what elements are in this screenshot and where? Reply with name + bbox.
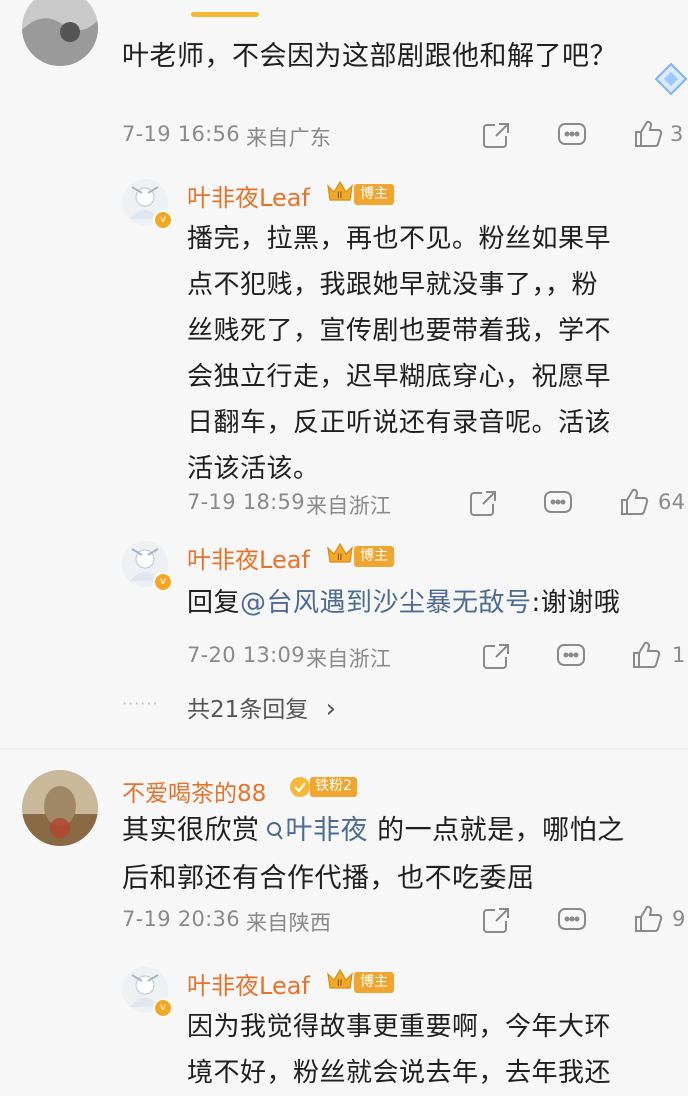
reply-text-line: 播完，拉黑，再也不见。粉丝如果早 (187, 224, 612, 254)
thumbs-up-icon[interactable] (630, 639, 662, 671)
verified-badge-icon: v (153, 572, 173, 592)
username[interactable]: 不爱喝茶的88 (122, 774, 266, 808)
share-icon[interactable] (468, 488, 498, 518)
comment-location: 来自陕西 (246, 911, 332, 935)
reply-text-line: 日翻车，反正听说还有录音呢。活该 (187, 408, 612, 438)
share-icon[interactable] (481, 905, 511, 935)
like-count: 9 (672, 907, 686, 931)
comment-text: 叶老师，不会因为这部剧跟他和解了吧？ (122, 41, 617, 72)
reply-text: 播完，拉黑，再也不见。粉丝如果早 点不犯贱，我跟她早就没事了，，粉 丝贱死了，宣… (187, 216, 677, 492)
username[interactable]: 叶非夜Leaf (187, 178, 310, 213)
comment-location: 来自浙江 (306, 494, 392, 518)
username[interactable]: 叶非夜Leaf (187, 540, 310, 575)
comment-location: 来自浙江 (306, 647, 392, 671)
comment-date: 7-19 20:36 (122, 907, 240, 931)
top-accent-bar (191, 12, 259, 17)
reply-text: 回复@台风遇到沙尘暴无敌号:谢谢哦 (187, 580, 687, 626)
comment-date: 7-20 13:09 (187, 643, 305, 667)
search-topic-link[interactable]: 叶非夜 (260, 815, 369, 846)
comment-icon[interactable] (556, 905, 588, 935)
comment-divider (0, 748, 688, 749)
reply-text-line: 会独立行走，迟早糊底穿心，祝愿早 (187, 362, 612, 392)
like-count: 1 (672, 643, 686, 667)
more-replies-link[interactable]: 共21条回复 › (187, 690, 336, 724)
comment-icon[interactable] (556, 120, 588, 150)
crown-icon: II (325, 178, 355, 208)
verified-badge-icon: v (153, 998, 173, 1018)
comment-icon[interactable] (542, 488, 574, 518)
mention-link[interactable]: @台风遇到沙尘暴无敌号 (240, 588, 532, 618)
avatar[interactable] (22, 0, 98, 66)
vip-diamond-icon (654, 62, 688, 100)
comment-date: 7-19 16:56 (122, 122, 240, 146)
comment-text-line: 后和郭还有合作代播，也不吃委屈 (122, 863, 535, 894)
reply-text-line: 活该活该。 (187, 454, 320, 484)
username[interactable]: 叶非夜Leaf (187, 966, 310, 1001)
more-replies-label: 共21条回复 (187, 697, 309, 723)
comment-text-suffix: 的一点就是，哪怕之 (368, 815, 625, 846)
thumbs-up-icon[interactable] (618, 486, 650, 518)
reply-text-line: 因为我觉得故事更重要啊，今年大环 (187, 1012, 612, 1042)
reply-text-line: 点不犯贱，我跟她早就没事了，，粉 (187, 270, 599, 300)
blogger-badge: 博主 (354, 972, 394, 993)
comment-text-prefix: 其实很欣赏 (122, 815, 260, 846)
verified-badge-icon: v (153, 210, 173, 230)
comment-text: 其实很欣赏 叶非夜 的一点就是，哪怕之 后和郭还有合作代播，也不吃委屈 (122, 808, 682, 902)
chevron-right-icon: › (325, 694, 336, 724)
share-icon[interactable] (481, 120, 511, 150)
blogger-badge: 博主 (354, 546, 394, 567)
crown-icon: II (325, 540, 355, 570)
like-count: 3 (670, 122, 684, 146)
reply-text-line: 境不好，粉丝就会说去年，去年我还 (187, 1058, 612, 1088)
more-replies-dots: ······ (122, 694, 159, 713)
reply-prefix: 回复 (187, 588, 241, 618)
comment-icon[interactable] (555, 641, 587, 671)
blogger-badge: 博主 (354, 184, 394, 205)
avatar[interactable] (22, 770, 98, 846)
svg-text:II: II (337, 979, 342, 989)
search-icon (266, 810, 284, 856)
reply-text-line: 丝贱死了，宣传剧也要带着我，学不 (187, 316, 612, 346)
thumbs-up-icon[interactable] (632, 903, 664, 935)
share-icon[interactable] (481, 641, 511, 671)
fan-badge-label: 铁粉2 (310, 777, 357, 797)
thumbs-up-icon[interactable] (632, 118, 664, 150)
crown-icon: II (325, 966, 355, 996)
svg-text:II: II (337, 191, 342, 201)
search-topic-text: 叶非夜 (285, 815, 368, 846)
comment-location: 来自广东 (246, 126, 332, 150)
like-count: 64 (658, 490, 686, 514)
comment-date: 7-19 18:59 (187, 490, 305, 514)
reply-text: 因为我觉得故事更重要啊，今年大环 境不好，粉丝就会说去年，去年我还 (187, 1004, 677, 1096)
svg-text:II: II (337, 553, 342, 563)
reply-body: :谢谢哦 (531, 588, 621, 618)
